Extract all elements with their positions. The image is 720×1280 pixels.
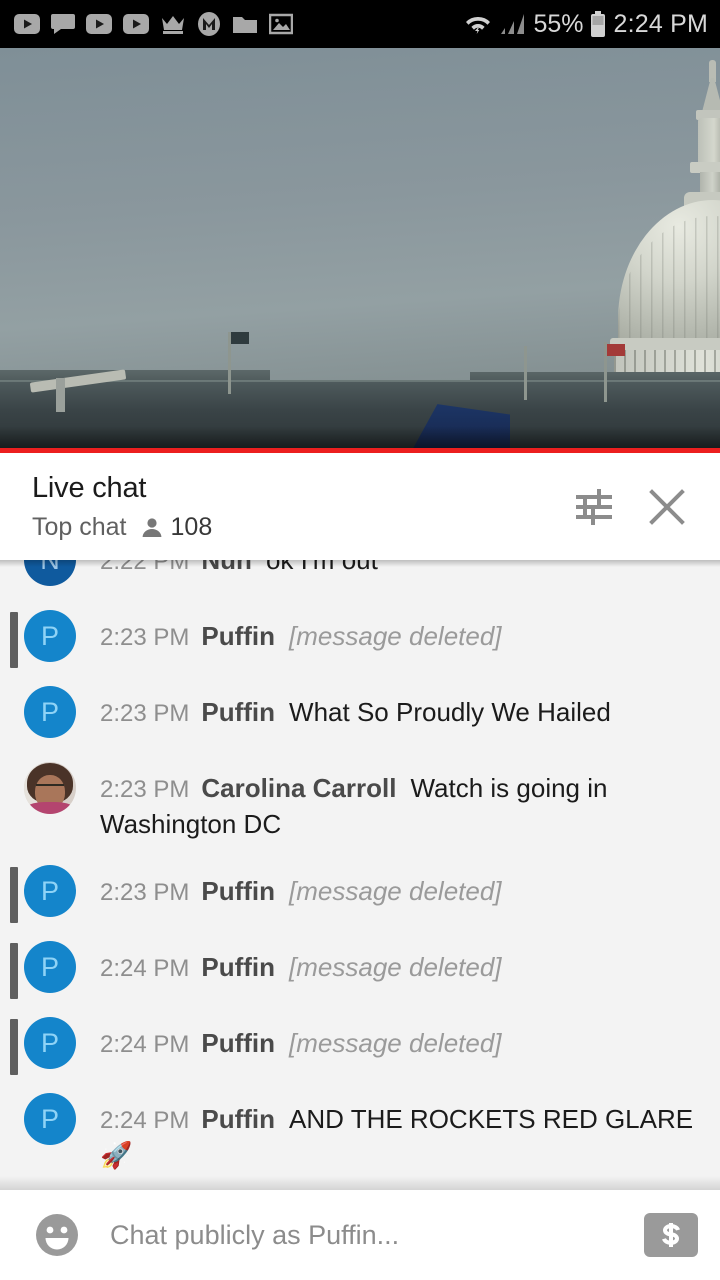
youtube-play-icon	[123, 14, 149, 34]
message-author[interactable]: Puffin	[201, 952, 275, 982]
avatar[interactable]: P	[24, 1093, 76, 1145]
wifi-data-icon	[466, 16, 491, 34]
message-timestamp: 2:23 PM	[100, 624, 190, 651]
deleted-message-indicator	[10, 943, 18, 999]
message-text: [message deleted]	[289, 952, 502, 982]
chat-message-body: 2:22 PM Nun ok I'm out	[100, 560, 704, 579]
clock-label: 2:24 PM	[613, 9, 708, 38]
battery-icon	[591, 10, 606, 37]
avatar[interactable]: P	[24, 941, 76, 993]
message-timestamp: 2:23 PM	[100, 776, 190, 803]
chat-message-row[interactable]: P 2:24 PM Puffin [message deleted]	[0, 929, 720, 1005]
viewer-count: 108	[140, 513, 213, 542]
dollar-icon	[662, 1223, 680, 1247]
message-author[interactable]: Puffin	[201, 1104, 275, 1134]
message-timestamp: 2:24 PM	[100, 1031, 190, 1058]
crown-icon	[162, 16, 184, 34]
message-author[interactable]: Puffin	[201, 621, 275, 651]
message-text: [message deleted]	[289, 876, 502, 906]
close-icon	[649, 488, 685, 525]
status-bar-system-icons: 55% 2:24 PM	[463, 10, 708, 39]
message-timestamp: 2:23 PM	[100, 879, 190, 906]
chat-message-row[interactable]: P 2:23 PM Puffin [message deleted]	[0, 598, 720, 674]
video-player[interactable]	[0, 48, 720, 452]
message-author[interactable]: Puffin	[201, 697, 275, 727]
chat-message-body: 2:24 PM Puffin [message deleted]	[100, 941, 704, 986]
emoji-picker-button[interactable]	[26, 1211, 88, 1259]
message-timestamp: 2:24 PM	[100, 955, 190, 982]
chat-message-body: 2:24 PM Puffin [message deleted]	[100, 1017, 704, 1062]
superchat-button[interactable]	[644, 1213, 698, 1257]
message-timestamp: 2:23 PM	[100, 700, 190, 727]
chat-input-bar	[0, 1190, 720, 1280]
viewer-count-label: 108	[170, 513, 213, 541]
message-text: ok I'm out	[265, 560, 378, 575]
flag-pole	[524, 346, 527, 400]
flag-us	[607, 344, 625, 356]
person-icon	[142, 517, 161, 537]
folder-icon	[233, 16, 257, 33]
avatar[interactable]: P	[24, 610, 76, 662]
chat-message-list[interactable]: N 2:22 PM Nun ok I'm out P 2:23 PM Puffin [mess…	[0, 560, 720, 1190]
page-title: Live chat	[32, 472, 147, 504]
deleted-message-indicator	[10, 867, 18, 923]
message-text: What So Proudly We Hailed	[289, 697, 611, 727]
chat-message-row[interactable]: P 2:24 PM Puffin [message deleted]	[0, 1005, 720, 1081]
chat-message-body: 2:23 PM Puffin [message deleted]	[100, 865, 704, 910]
deleted-message-indicator	[10, 1019, 18, 1075]
tune-sliders-icon	[576, 488, 612, 525]
emoji-smiley-icon	[36, 1214, 78, 1256]
deleted-message-indicator	[10, 612, 18, 668]
youtube-live-chat-screen: 55% 2:24 PM Live chat Top chat 108 2:22 …	[0, 0, 720, 1280]
cell-signal-icon	[501, 14, 525, 34]
chat-message-row[interactable]: N 2:22 PM Nun ok I'm out	[0, 560, 720, 598]
chat-message-body: 2:23 PM Carolina Carroll Watch is going in…	[100, 762, 704, 841]
chat-message-row[interactable]: 2:23 PM Carolina Carroll Watch is going in…	[0, 750, 720, 853]
chat-message-row[interactable]: P 2:23 PM Puffin [message deleted]	[0, 853, 720, 929]
message-timestamp: 2:24 PM	[100, 1107, 190, 1134]
live-chat-subheader: Top chat 108	[32, 513, 552, 542]
status-bar-notification-icons	[14, 12, 463, 36]
chat-message-body: 2:23 PM Puffin [message deleted]	[100, 610, 704, 655]
message-author[interactable]: Puffin	[201, 876, 275, 906]
chat-message-body: 2:23 PM Puffin What So Proudly We Hailed	[100, 686, 704, 731]
message-author[interactable]: Nun	[201, 560, 252, 575]
avatar-wrap: P	[0, 686, 100, 738]
status-bar: 55% 2:24 PM	[0, 0, 720, 48]
close-chat-button[interactable]	[638, 478, 696, 536]
chat-bubble-icon	[51, 14, 75, 34]
chat-message-row[interactable]: P 2:23 PM Puffin What So Proudly We Hailed	[0, 674, 720, 750]
chat-message-body: 2:24 PM Puffin AND THE ROCKETS RED GLARE 🚀	[100, 1093, 704, 1172]
avatar[interactable]: N	[24, 560, 76, 586]
avatar[interactable]: P	[24, 1017, 76, 1069]
message-author[interactable]: Carolina Carroll	[201, 773, 396, 803]
flag	[231, 332, 249, 344]
avatar[interactable]: P	[24, 865, 76, 917]
chat-message-row[interactable]: P 2:24 PM Puffin AND THE ROCKETS RED GLARE …	[0, 1081, 720, 1184]
avatar-wrap: N	[0, 560, 100, 586]
chat-input[interactable]	[88, 1219, 634, 1251]
message-timestamp: 2:22 PM	[100, 560, 190, 575]
avatar[interactable]	[24, 762, 76, 814]
image-icon	[269, 13, 293, 35]
message-author[interactable]: Puffin	[201, 1028, 275, 1058]
live-chat-header: Live chat Top chat 108	[0, 453, 720, 560]
message-text: [message deleted]	[289, 1028, 502, 1058]
m-circle-icon	[198, 12, 220, 36]
live-chat-header-titles: Live chat Top chat 108	[32, 471, 552, 542]
youtube-play-icon	[14, 14, 40, 34]
youtube-play-icon	[86, 14, 112, 34]
avatar-wrap: P	[0, 1093, 100, 1145]
avatar[interactable]: P	[24, 686, 76, 738]
message-text: [message deleted]	[289, 621, 502, 651]
battery-percent-label: 55%	[533, 9, 584, 38]
chat-mode-label[interactable]: Top chat	[32, 513, 127, 542]
avatar-wrap	[0, 762, 100, 814]
crane-post	[56, 378, 65, 412]
chat-settings-button[interactable]	[566, 478, 624, 536]
